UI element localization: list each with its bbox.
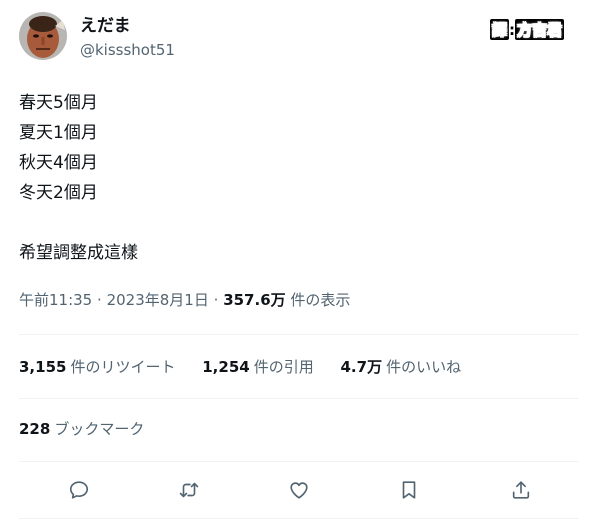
divider [19, 334, 579, 335]
display-name[interactable]: えだま [80, 15, 131, 37]
tweet-meta: 午前11:35 · 2023年8月1日 · 357.6万 件の表示 [19, 289, 350, 311]
quote-label: 件の引用 [253, 358, 314, 376]
like-label: 件のいいね [386, 358, 462, 376]
retweet-label: 件のリツイート [70, 358, 176, 376]
user-handle[interactable]: @kissshot51 [80, 40, 175, 60]
retweet-count: 3,155 [19, 358, 67, 376]
bookmark-icon [402, 481, 416, 499]
quote-count: 1,254 [202, 358, 250, 376]
tweet-line: 秋天4個月 [19, 153, 98, 173]
avatar[interactable] [19, 12, 67, 60]
like-button[interactable] [281, 472, 317, 508]
retweet-icon [179, 482, 199, 498]
bookmark-count: 228 [19, 420, 51, 438]
tweet-line [19, 208, 138, 238]
reply-icon [69, 481, 89, 499]
retweet-button[interactable] [171, 472, 207, 508]
view-count: 357.6万 [223, 291, 286, 309]
divider [19, 461, 579, 462]
likes-stat[interactable]: 4.7万 件のいいね [341, 356, 462, 378]
share-icon [512, 481, 530, 499]
bookmark-button[interactable] [391, 472, 427, 508]
quotes-stat[interactable]: 1,254 件の引用 [202, 356, 313, 378]
divider [19, 398, 579, 399]
tweet-text: 春天5個月 夏天1個月 秋天4個月 冬天2個月 希望調整成這樣 [19, 88, 138, 268]
tweet-line: 希望調整成這樣 [19, 243, 138, 263]
bookmark-label: ブックマーク [54, 420, 145, 438]
retweets-stat[interactable]: 3,155 件のリツイート [19, 356, 175, 378]
tweet-line: 春天5個月 [19, 93, 98, 113]
meta-separator: · [213, 291, 219, 309]
like-count: 4.7万 [340, 358, 383, 376]
view-label: 件の表示 [290, 291, 351, 309]
share-button[interactable] [503, 472, 539, 508]
tweet-line: 夏天1個月 [19, 123, 98, 143]
tweet-date[interactable]: 2023年8月1日 [107, 291, 209, 309]
reply-button[interactable] [61, 472, 97, 508]
tweet-time[interactable]: 午前11:35 [19, 291, 92, 309]
action-bar [19, 472, 579, 508]
like-icon [290, 482, 308, 499]
bookmarks-stat[interactable]: 228 ブックマーク [19, 418, 144, 440]
meta-separator: · [97, 291, 102, 309]
watermark-prefix: 譯 [490, 19, 510, 40]
translator-watermark: 譯: 方吉君 [490, 19, 565, 40]
watermark-name: 方吉君 [515, 19, 565, 40]
engagement-stats: 3,155 件のリツイート 1,254 件の引用 4.7万 件のいいね [19, 356, 483, 378]
tweet-line: 冬天2個月 [19, 183, 98, 203]
